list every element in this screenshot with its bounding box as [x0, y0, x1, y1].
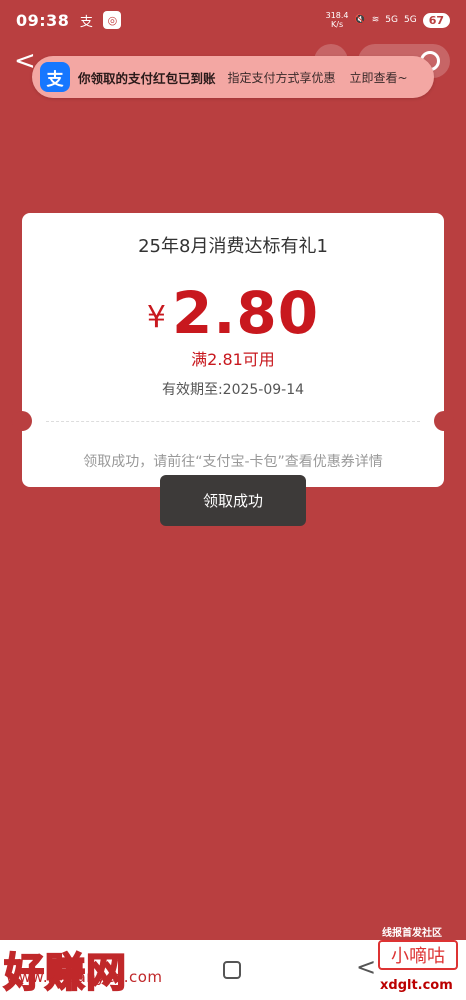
status-bar: 09:38 支 ◎ 318.4 K/s 🔇 ≋ 5G 5G 67 — [0, 0, 466, 40]
card-notch-left — [12, 411, 32, 431]
coupon-amount: 2.80 — [171, 279, 320, 347]
signal-icon-2: 5G — [403, 15, 417, 25]
app-status-icon: ◎ — [103, 11, 122, 29]
coupon-card: 25年8月消费达标有礼1 ¥2.80 满2.81可用 有效期至:2025-09-… — [12, 213, 454, 487]
alipay-icon: 支 — [40, 62, 70, 92]
notification-title: 你领取的支付红包已到账 — [78, 70, 216, 86]
coupon-title: 25年8月消费达标有礼1 — [138, 236, 328, 257]
notification-view-link[interactable]: 立即查看~ — [350, 69, 408, 86]
home-button[interactable] — [223, 961, 241, 979]
card-divider — [46, 421, 420, 422]
card-notch-right — [434, 411, 454, 431]
notification-banner[interactable]: 支 你领取的支付红包已到账 指定支付方式享优惠 立即查看~ — [32, 56, 434, 98]
coupon-threshold: 满2.81可用 — [191, 350, 275, 369]
community-watermark: 线报首发社区 — [382, 928, 442, 939]
brand-right-url: xdglt.com — [380, 978, 453, 993]
brand-right-watermark: 小嘀咕 — [378, 940, 458, 970]
toast-message: 领取成功 — [160, 475, 306, 526]
alipay-status-icon: 支 — [79, 14, 93, 30]
wifi-icon: ≋ — [371, 15, 380, 25]
currency-symbol: ¥ — [146, 300, 166, 335]
net-speed: 318.4 K/s — [325, 11, 349, 29]
coupon-amount-row: ¥2.80 — [22, 279, 444, 347]
signal-icon-1: 5G — [385, 15, 398, 25]
coupon-note: 领取成功，请前往“支付宝-卡包”查看优惠券详情 — [83, 454, 383, 470]
mute-icon: 🔇 — [354, 15, 366, 25]
system-nav-bar: 好赚网 www.zhuanyes.com < 小嘀咕 xdglt.com — [0, 940, 466, 1000]
brand-url-watermark: www.zhuanyes.com — [6, 968, 163, 986]
status-time: 09:38 — [16, 10, 70, 30]
coupon-validity: 有效期至:2025-09-14 — [161, 382, 305, 398]
nav-back-icon[interactable]: < — [356, 953, 376, 981]
notification-subtitle: 指定支付方式享优惠 — [227, 70, 336, 85]
battery-icon: 67 — [422, 12, 450, 28]
